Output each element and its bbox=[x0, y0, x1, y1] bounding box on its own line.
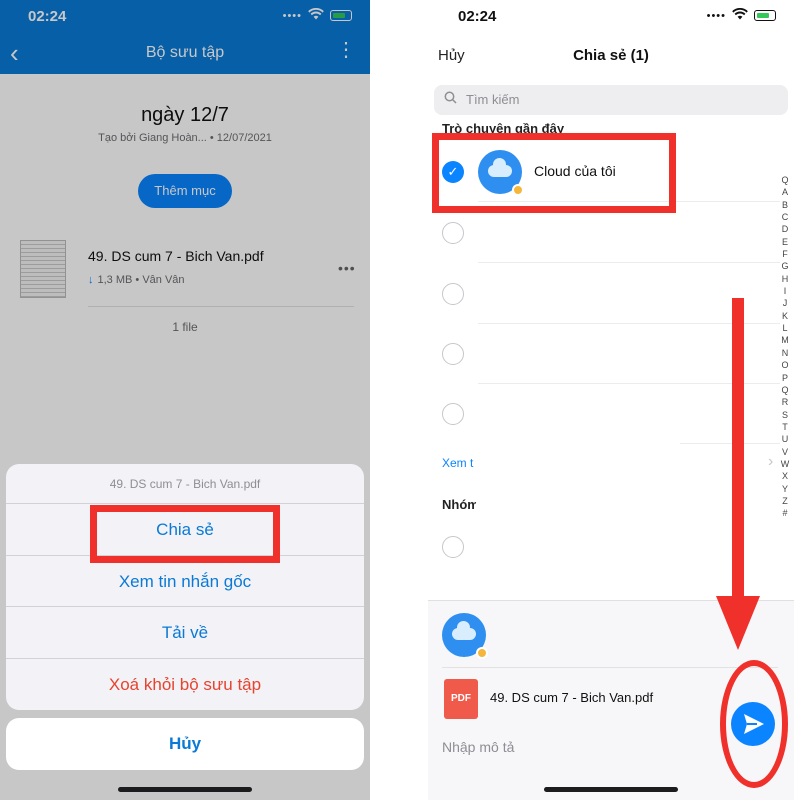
attached-file-name: 49. DS cum 7 - Bich Van.pdf bbox=[490, 690, 654, 705]
annotation-arrow-shaft bbox=[732, 298, 744, 618]
wifi-icon bbox=[732, 7, 748, 23]
index-letter[interactable]: E bbox=[778, 236, 792, 248]
checkbox-icon[interactable] bbox=[442, 536, 464, 558]
page-title: Chia sẻ (1) bbox=[573, 47, 649, 64]
index-letter[interactable]: U bbox=[778, 433, 792, 445]
index-letter[interactable]: H bbox=[778, 273, 792, 285]
see-more-link[interactable]: Xem t bbox=[442, 456, 473, 470]
annotation-arrow-head bbox=[716, 596, 760, 650]
divider bbox=[442, 667, 778, 668]
chevron-right-icon[interactable]: › bbox=[768, 453, 773, 471]
contact-row[interactable] bbox=[428, 264, 780, 324]
checkbox-icon[interactable] bbox=[442, 283, 464, 305]
checkbox-icon[interactable] bbox=[442, 222, 464, 244]
home-indicator bbox=[544, 787, 678, 792]
checkbox-icon[interactable] bbox=[442, 403, 464, 425]
index-letter[interactable]: Q bbox=[778, 384, 792, 396]
remove-from-collection-action[interactable]: Xoá khỏi bộ sưu tập bbox=[6, 659, 364, 711]
search-placeholder: Tìm kiếm bbox=[466, 92, 520, 107]
index-letter[interactable]: P bbox=[778, 372, 792, 384]
contact-row[interactable] bbox=[428, 324, 780, 384]
index-letter[interactable]: R bbox=[778, 396, 792, 408]
groups-label: Nhóm bbox=[442, 497, 479, 512]
index-letter[interactable]: I bbox=[778, 285, 792, 297]
index-letter[interactable]: W bbox=[778, 458, 792, 470]
index-letter[interactable]: C bbox=[778, 211, 792, 223]
index-letter[interactable]: O bbox=[778, 359, 792, 371]
index-letter[interactable]: D bbox=[778, 223, 792, 235]
index-letter[interactable]: G bbox=[778, 260, 792, 272]
pdf-file-icon: PDF bbox=[444, 679, 478, 719]
index-letter[interactable]: M bbox=[778, 334, 792, 346]
index-letter[interactable]: Y bbox=[778, 483, 792, 495]
redacted-area bbox=[476, 432, 680, 602]
selected-recipient-avatar[interactable] bbox=[442, 613, 488, 659]
cloud-icon bbox=[452, 621, 476, 640]
search-icon bbox=[444, 91, 457, 107]
signal-icon: •••• bbox=[706, 9, 726, 22]
index-letter[interactable]: # bbox=[778, 507, 792, 519]
home-indicator bbox=[118, 787, 252, 792]
index-letter[interactable]: T bbox=[778, 421, 792, 433]
index-letter[interactable]: K bbox=[778, 310, 792, 322]
caption-input[interactable]: Nhập mô tả bbox=[442, 739, 514, 755]
index-letter[interactable]: F bbox=[778, 248, 792, 260]
download-action[interactable]: Tải về bbox=[6, 607, 364, 659]
status-icons: •••• bbox=[706, 7, 776, 23]
index-letter[interactable]: V bbox=[778, 446, 792, 458]
index-letter[interactable]: A bbox=[778, 186, 792, 198]
action-sheet-title: 49. DS cum 7 - Bich Van.pdf bbox=[6, 464, 364, 504]
index-letter[interactable]: B bbox=[778, 199, 792, 211]
highlight-box-cloud bbox=[432, 133, 676, 213]
index-letter[interactable]: Z bbox=[778, 495, 792, 507]
highlight-box-share bbox=[90, 505, 280, 563]
action-sheet: 49. DS cum 7 - Bich Van.pdf Chia sẻ Xem … bbox=[6, 464, 364, 710]
battery-icon bbox=[754, 10, 776, 21]
index-letter[interactable]: J bbox=[778, 297, 792, 309]
divider bbox=[478, 262, 780, 263]
verified-badge-icon bbox=[476, 647, 488, 659]
index-letter[interactable]: Q bbox=[778, 174, 792, 186]
view-original-message-action[interactable]: Xem tin nhắn gốc bbox=[6, 556, 364, 607]
left-phone-screen: 02:24 •••• ‹ Bộ sưu tập ⋮ ngày 12/7 Tạo … bbox=[0, 0, 370, 800]
highlight-ellipse-send bbox=[720, 660, 788, 788]
index-letter[interactable]: L bbox=[778, 322, 792, 334]
alphabet-index[interactable]: Q A B C D E F G H I J K L M N O P Q R S … bbox=[778, 174, 792, 520]
index-letter[interactable]: N bbox=[778, 347, 792, 359]
index-letter[interactable]: X bbox=[778, 470, 792, 482]
checkbox-icon[interactable] bbox=[442, 343, 464, 365]
cancel-button[interactable]: Hủy bbox=[6, 718, 364, 770]
search-input[interactable]: Tìm kiếm bbox=[434, 85, 788, 115]
index-letter[interactable]: S bbox=[778, 409, 792, 421]
status-time: 02:24 bbox=[458, 8, 497, 25]
